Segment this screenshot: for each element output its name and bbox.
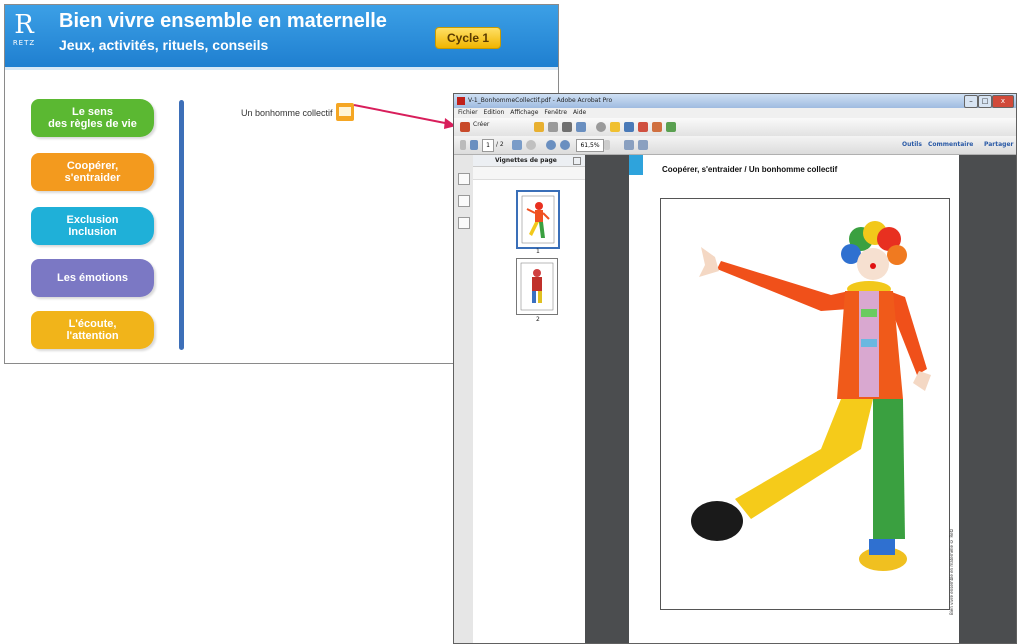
attachment-icon[interactable] xyxy=(458,195,470,207)
panel-close-icon[interactable] xyxy=(573,157,581,165)
cycle-badge[interactable]: Cycle 1 xyxy=(435,27,501,49)
acrobat-toolbar-nav: 1 / 2 61,5% Outils Commentaire Partager xyxy=(454,136,1016,155)
document-link[interactable]: Un bonhomme collectif xyxy=(241,108,333,118)
thumbnails-options[interactable] xyxy=(473,167,585,180)
acrobat-toolbar-main: Créer xyxy=(454,118,1016,137)
thumbnail-number-2: 2 xyxy=(536,316,540,323)
page-number-input[interactable]: 1 xyxy=(482,139,494,152)
page-color-tab xyxy=(629,155,643,175)
menu-item-exclusion[interactable]: Exclusion Inclusion xyxy=(31,207,154,245)
menu-separator xyxy=(179,100,184,350)
pdf-combine-icon[interactable] xyxy=(652,122,662,132)
menu-item-cooperer[interactable]: Coopérer, s'entraider xyxy=(31,153,154,191)
save-icon[interactable] xyxy=(548,122,558,132)
menu-affichage[interactable]: Affichage xyxy=(510,109,538,116)
page-thumbnail-2[interactable] xyxy=(516,258,558,315)
zoom-dropdown-icon[interactable] xyxy=(604,140,610,150)
full-screen-icon[interactable] xyxy=(638,140,648,150)
acrobat-app-icon xyxy=(457,97,465,105)
page-total: / 2 xyxy=(496,141,504,148)
create-button[interactable]: Créer xyxy=(473,121,489,128)
acrobat-window: V-1_BonhommeCollectif.pdf - Adobe Acroba… xyxy=(453,93,1017,644)
menu-fichier[interactable]: Fichier xyxy=(458,109,478,116)
zoom-input[interactable]: 61,5% xyxy=(576,139,604,152)
header-divider xyxy=(5,67,558,70)
print-icon[interactable] xyxy=(562,122,572,132)
menu-fenetre[interactable]: Fenêtre xyxy=(544,109,567,116)
share-link[interactable]: Partager xyxy=(984,141,1013,148)
menu-aide[interactable]: Aide xyxy=(573,109,586,116)
zoom-out-icon[interactable] xyxy=(546,140,556,150)
page-thumbnail-1[interactable] xyxy=(516,190,560,249)
app-title: Bien vivre ensemble en maternelle xyxy=(59,10,387,32)
acrobat-titlebar: V-1_BonhommeCollectif.pdf - Adobe Acroba… xyxy=(454,94,1016,108)
navigation-rail xyxy=(454,155,474,643)
menu-item-regles[interactable]: Le sens des règles de vie xyxy=(31,99,154,137)
document-area: Coopérer, s'entraider / Un bonhomme coll… xyxy=(585,155,1016,643)
page-heading: Coopérer, s'entraider / Un bonhomme coll… xyxy=(662,165,838,174)
clown-thumbnail-image xyxy=(521,195,555,244)
settings-icon[interactable] xyxy=(596,122,606,132)
app-subtitle: Jeux, activités, rituels, conseils xyxy=(59,37,269,53)
review-icon[interactable] xyxy=(624,122,634,132)
menu-edition[interactable]: Edition xyxy=(484,109,505,116)
tools-link[interactable]: Outils xyxy=(902,141,922,148)
pdf-page: Coopérer, s'entraider / Un bonhomme coll… xyxy=(629,155,959,643)
open-folder-icon[interactable] xyxy=(534,122,544,132)
create-icon[interactable] xyxy=(460,122,470,132)
pointer-arrow-icon xyxy=(353,104,456,129)
close-icon[interactable]: x xyxy=(992,95,1014,108)
pages-panel-icon[interactable] xyxy=(458,173,470,185)
fit-page-icon[interactable] xyxy=(624,140,634,150)
select-tool-icon[interactable] xyxy=(512,140,522,150)
page-side-caption: Bien vivre ensemble en maternelle © Retz xyxy=(949,528,954,615)
acrobat-title: V-1_BonhommeCollectif.pdf - Adobe Acroba… xyxy=(468,97,613,104)
retz-logo: R RETZ xyxy=(11,11,37,61)
comment-icon[interactable] xyxy=(610,122,620,132)
maximize-icon[interactable]: □ xyxy=(978,95,992,108)
signature-icon[interactable] xyxy=(458,217,470,229)
logo-text: RETZ xyxy=(12,39,36,47)
hand-tool-icon[interactable] xyxy=(526,140,536,150)
thumbnail-number-1: 1 xyxy=(536,248,540,255)
next-page-icon[interactable] xyxy=(470,140,478,150)
thumbnails-title: Vignettes de page xyxy=(473,155,585,167)
thumbnails-panel: Vignettes de page 1 2 xyxy=(473,155,586,643)
previous-page-icon[interactable] xyxy=(460,140,466,150)
acrobat-menubar: Fichier Edition Affichage Fenêtre Aide xyxy=(454,108,1016,118)
app-header: R RETZ Bien vivre ensemble en maternelle… xyxy=(5,5,558,67)
comment-link[interactable]: Commentaire xyxy=(928,141,973,148)
minimize-icon[interactable]: – xyxy=(964,95,978,108)
clown-thumbnail-image-2 xyxy=(520,262,554,311)
form-icon[interactable] xyxy=(666,122,676,132)
pdf-export-icon[interactable] xyxy=(638,122,648,132)
menu-item-emotions[interactable]: Les émotions xyxy=(31,259,154,297)
logo-letter: R xyxy=(14,10,34,40)
clown-image xyxy=(691,221,931,571)
zoom-in-icon[interactable] xyxy=(560,140,570,150)
email-icon[interactable] xyxy=(576,122,586,132)
clown-image-frame xyxy=(660,198,950,610)
menu-item-ecoute[interactable]: L'écoute, l'attention xyxy=(31,311,154,349)
